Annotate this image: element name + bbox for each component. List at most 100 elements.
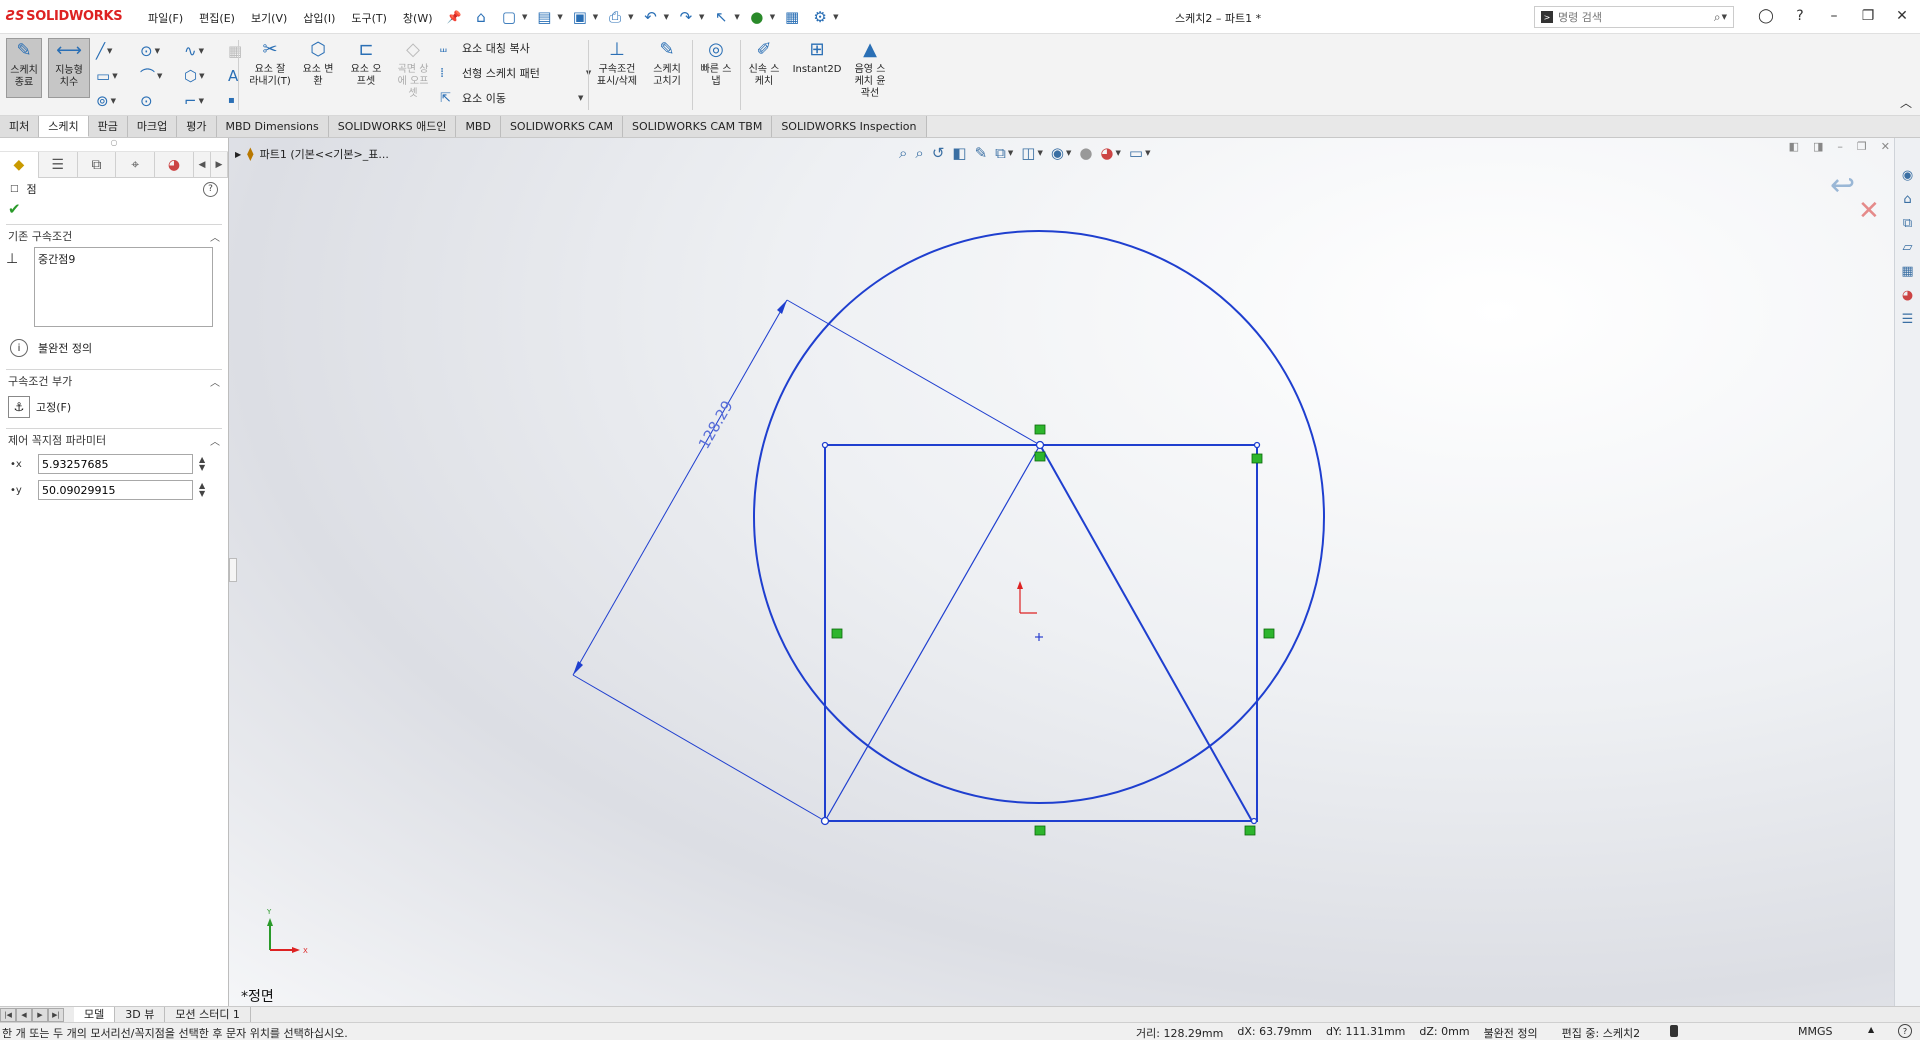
line-tool[interactable]: ╱ ▼ — [96, 38, 140, 63]
file-explorer-icon[interactable]: ▱ — [1898, 238, 1918, 256]
pin-icon[interactable]: 📌 — [441, 10, 468, 26]
collapse-ribbon-icon[interactable]: ︿ — [1900, 94, 1912, 111]
slot-tool[interactable]: ⌒ ▼ — [140, 63, 184, 88]
existing-relations-header[interactable]: 기존 구속조건 ︿ — [6, 225, 222, 247]
plane-tool[interactable]: ▪ — [228, 88, 272, 113]
select-icon[interactable]: ↖ — [710, 6, 732, 28]
relation-glyph-midpoint[interactable] — [1034, 424, 1046, 435]
tab-scroll-right-icon[interactable]: ▶ — [211, 152, 229, 178]
custom-properties-icon[interactable]: ☰ — [1898, 310, 1918, 328]
menu-edit[interactable]: 편집(E) — [191, 10, 243, 26]
panel-collapse-handle[interactable] — [229, 558, 237, 582]
tab-mbd[interactable]: MBD — [456, 116, 501, 137]
panel-grip[interactable]: ○ — [0, 138, 228, 152]
redo-icon[interactable]: ↷ — [675, 6, 697, 28]
last-tab-icon[interactable]: ▶| — [48, 1007, 64, 1022]
solidworks-logo[interactable]: ƧS SOLIDWORKS — [6, 9, 123, 24]
tab-3d-view[interactable]: 3D 뷰 — [115, 1007, 166, 1022]
tab-features[interactable]: 피처 — [0, 116, 40, 137]
close-button[interactable]: ✕ — [1892, 5, 1912, 27]
help-icon[interactable]: ? — [1898, 1024, 1912, 1038]
rebuild-icon[interactable]: ● — [746, 6, 768, 28]
shaded-sketch-contours-button[interactable]: ▲ 음영 스 케치 윤 곽선 — [848, 38, 892, 100]
chevron-down-icon[interactable]: ▼ — [628, 13, 633, 21]
x-spinner[interactable]: ▲ ▼ — [199, 456, 205, 472]
polygon-tool[interactable]: ⬡ ▼ — [184, 63, 228, 88]
chevron-up-icon[interactable]: ︿ — [210, 229, 220, 244]
sketch-rectangle[interactable] — [824, 444, 1258, 822]
offset-on-surface-button[interactable]: ◇ 곡면 상 에 오프 셋 — [392, 38, 434, 100]
chevron-up-icon[interactable]: ︿ — [210, 433, 220, 448]
appearances-icon[interactable]: ◕ — [1898, 286, 1918, 304]
save-icon[interactable]: ▣ — [569, 6, 591, 28]
sketch-canvas[interactable]: 128.29 Y X — [229, 138, 1894, 1006]
tab-sketch[interactable]: 스케치 — [39, 116, 89, 137]
relation-glyph-vertical[interactable] — [831, 628, 843, 639]
ok-checkmark-icon[interactable]: ✔ — [0, 200, 228, 224]
user-account-icon[interactable]: ◯ — [1756, 5, 1776, 27]
sketch-vertex[interactable] — [821, 441, 829, 449]
smart-dimension-button[interactable]: ⟷ 지능형 치수 — [48, 38, 90, 98]
chevron-down-icon[interactable]: ▼ — [593, 13, 598, 21]
spline-tool[interactable]: ∿ ▼ — [184, 38, 228, 63]
view-palette-icon[interactable]: ▦ — [1898, 262, 1918, 280]
chevron-down-icon[interactable]: ▼ — [770, 13, 775, 21]
feature-manager-tab-icon[interactable]: ◆ — [0, 152, 39, 178]
chevron-down-icon[interactable]: ▼ — [699, 13, 704, 21]
tab-mbd-dimensions[interactable]: MBD Dimensions — [216, 116, 329, 137]
x-coordinate-input[interactable] — [38, 454, 193, 474]
minimize-button[interactable]: – — [1824, 5, 1844, 27]
linear-pattern-button[interactable]: ⁞선형 스케치 패턴▼ — [440, 65, 591, 81]
display-relations-button[interactable]: ⊥ 구속조건 표시/삭제 — [592, 38, 642, 88]
chevron-up-icon[interactable]: ▲ — [1868, 1025, 1874, 1034]
repair-sketch-button[interactable]: ✎ 스케치 고치기 — [646, 38, 688, 88]
chevron-down-icon[interactable]: ▼ — [833, 13, 838, 21]
arc-tool[interactable]: ⊚ ▼ — [96, 88, 140, 113]
tab-evaluate[interactable]: 평가 — [177, 116, 217, 137]
tab-motion-study[interactable]: 모션 스터디 1 — [165, 1007, 251, 1022]
relation-glyph-vertical[interactable] — [1263, 628, 1275, 639]
y-spinner[interactable]: ▲ ▼ — [199, 482, 205, 498]
file-properties-icon[interactable]: ▦ — [781, 6, 803, 28]
relation-glyph-coincident[interactable] — [1244, 825, 1256, 836]
relation-item[interactable]: 중간점9 — [38, 251, 209, 267]
exit-sketch-button[interactable]: ✎ 스케치 종료 — [6, 38, 42, 98]
sketch-line-right[interactable] — [1039, 444, 1253, 822]
instant2d-button[interactable]: ⊞ Instant2D — [790, 38, 844, 76]
menu-insert[interactable]: 삽입(I) — [295, 10, 343, 26]
fix-relation-button[interactable]: ⚓ 고정(F) — [6, 392, 222, 428]
point-tool[interactable]: ⊙ — [140, 88, 184, 113]
design-library-icon[interactable]: ⧉ — [1898, 214, 1918, 232]
chevron-down-icon[interactable]: ▼ — [1722, 13, 1727, 21]
relation-glyph-horizontal[interactable] — [1034, 825, 1046, 836]
restore-button[interactable]: ❐ — [1858, 5, 1878, 27]
options-gear-icon[interactable]: ⚙ — [809, 6, 831, 28]
open-icon[interactable]: ▤ — [533, 6, 555, 28]
sketch-vertex[interactable] — [820, 816, 830, 826]
search-input[interactable] — [1558, 10, 1709, 24]
first-tab-icon[interactable]: |◀ — [0, 1007, 16, 1022]
tab-markup[interactable]: 마크업 — [127, 116, 178, 137]
dimension-value[interactable]: 128.29 — [695, 398, 737, 452]
menu-tools[interactable]: 도구(T) — [343, 10, 395, 26]
chevron-down-icon[interactable]: ▼ — [522, 13, 527, 21]
sketch-line-left[interactable] — [824, 444, 1041, 822]
mirror-entities-button[interactable]: ⧢ 요소 대칭 복사 — [440, 40, 530, 56]
existing-relations-list[interactable]: 중간점9 — [34, 247, 213, 327]
relation-glyph-horizontal[interactable] — [1034, 451, 1046, 462]
home-icon[interactable]: ⌂ — [470, 6, 492, 28]
tab-solidworks-addins[interactable]: SOLIDWORKS 애드인 — [328, 116, 457, 137]
chevron-down-icon[interactable]: ▼ — [557, 13, 562, 21]
trim-entities-button[interactable]: ✂ 요소 잘 라내기(T) — [246, 38, 294, 88]
configuration-manager-tab-icon[interactable]: ⧉ — [78, 152, 117, 178]
next-tab-icon[interactable]: ▶ — [32, 1007, 48, 1022]
offset-entities-button[interactable]: ⊏ 요소 오 프셋 — [344, 38, 388, 88]
spin-down-icon[interactable]: ▼ — [199, 490, 205, 498]
undo-icon[interactable]: ↶ — [640, 6, 662, 28]
rebuild-status-icon[interactable] — [1670, 1025, 1678, 1037]
y-coordinate-input[interactable] — [38, 480, 193, 500]
command-search[interactable]: > ⌕ ▼ — [1534, 6, 1734, 28]
help-icon[interactable]: ? — [203, 181, 218, 197]
sketch-vertex[interactable] — [1253, 441, 1261, 449]
search-icon[interactable]: ⌕ — [1714, 10, 1721, 25]
